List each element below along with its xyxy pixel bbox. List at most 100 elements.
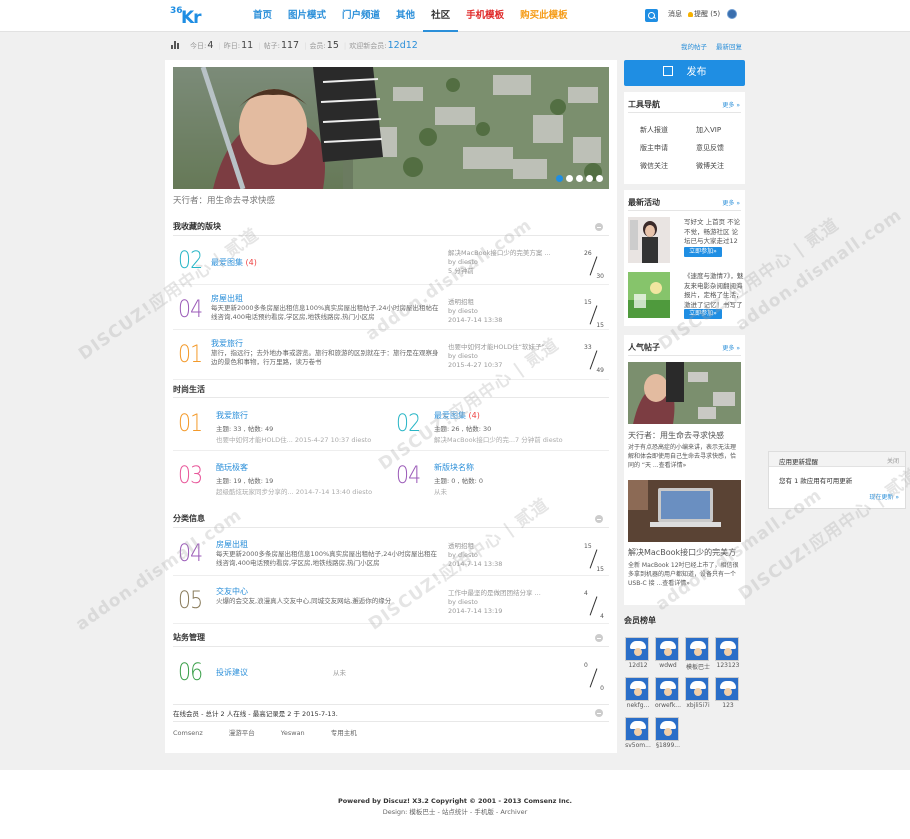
forum-name-link[interactable]: 新版块名称 xyxy=(434,462,474,473)
forum-name-link[interactable]: 投诉建议 xyxy=(216,667,248,678)
hot-post-title[interactable]: 天行者：用生命去寻求快感 xyxy=(628,430,724,441)
friend-link[interactable]: Comsenz xyxy=(173,729,203,737)
member-name[interactable]: sv5om... xyxy=(622,742,654,749)
last-post-link[interactable]: 超级酷炫玩家同步分享的... 2014-7-14 13:40 diesto xyxy=(216,486,372,496)
friend-link[interactable]: 专用主机 xyxy=(331,729,357,737)
slider-dot[interactable] xyxy=(596,175,603,182)
member-avatar[interactable] xyxy=(655,677,679,701)
tool-link[interactable]: 微信关注 xyxy=(640,161,668,171)
slider-dot[interactable] xyxy=(556,175,563,182)
member-avatar[interactable] xyxy=(685,677,709,701)
hot-post-image[interactable] xyxy=(628,362,741,424)
post-count: 0 xyxy=(600,685,604,692)
member-avatar[interactable] xyxy=(655,717,679,741)
member-name[interactable]: 123 xyxy=(712,702,744,709)
member-name[interactable]: wdwd xyxy=(652,662,684,669)
forum-name-link[interactable]: 最爱图集 (4) xyxy=(434,410,480,421)
member-item[interactable]: orwefk... xyxy=(655,677,681,709)
nav-mobile-template[interactable]: 手机模板 xyxy=(458,0,512,32)
member-avatar[interactable] xyxy=(625,637,649,661)
join-button[interactable]: 立即参加» xyxy=(684,247,722,257)
publish-button[interactable]: 发布 xyxy=(624,60,745,86)
friend-link[interactable]: 漫游平台 xyxy=(229,729,255,737)
notice-close-button[interactable]: 关闭 xyxy=(887,456,899,465)
collapse-icon[interactable] xyxy=(595,634,603,642)
my-posts-link[interactable]: 我的帖子 xyxy=(681,43,707,51)
member-name[interactable]: 123123 xyxy=(712,662,744,669)
nav-picture-mode[interactable]: 图片模式 xyxy=(280,0,334,32)
tool-link[interactable]: 加入VIP xyxy=(696,125,721,135)
site-logo[interactable]: 36 Kr xyxy=(170,5,208,28)
member-item[interactable]: nekfg... xyxy=(625,677,651,709)
member-avatar[interactable] xyxy=(715,637,739,661)
collapse-icon[interactable] xyxy=(595,515,603,523)
banner-slider[interactable] xyxy=(173,67,609,189)
footer-links[interactable]: Design: 模板巴士 - 站点统计 - 手机版 - Archiver xyxy=(0,806,910,816)
tool-link[interactable]: 版主申请 xyxy=(640,143,668,153)
nav-buy-template[interactable]: 购买此模板 xyxy=(512,0,576,32)
nav-community[interactable]: 社区 xyxy=(423,0,459,32)
member-item[interactable]: §1899... xyxy=(655,717,681,749)
slider-dot[interactable] xyxy=(566,175,573,182)
member-name[interactable]: orwefk... xyxy=(652,702,684,709)
member-avatar[interactable] xyxy=(715,677,739,701)
tool-link[interactable]: 意见反馈 xyxy=(696,143,724,153)
forum-name-link[interactable]: 我爱旅行 xyxy=(211,338,243,349)
tool-link[interactable]: 微博关注 xyxy=(696,161,724,171)
nav-portal[interactable]: 门户频道 xyxy=(334,0,388,32)
member-item[interactable]: 模板巴士 xyxy=(685,637,711,671)
member-avatar[interactable] xyxy=(625,677,649,701)
latest-replies-link[interactable]: 最新回复 xyxy=(716,43,742,51)
forum-name-link[interactable]: 我爱旅行 xyxy=(216,410,248,421)
forum-name-link[interactable]: 房屋出租 xyxy=(211,293,243,304)
member-item[interactable]: 12d12 xyxy=(625,637,651,669)
slider-dot[interactable] xyxy=(576,175,583,182)
last-post-link[interactable]: 解决MacBook接口少的完...7 分钟前 diesto xyxy=(434,434,563,444)
nav-other[interactable]: 其他 xyxy=(388,0,423,32)
member-item[interactable]: 123123 xyxy=(715,637,741,669)
member-name[interactable]: 模板巴士 xyxy=(682,662,714,671)
member-item[interactable]: xbjli5i7i xyxy=(685,677,711,709)
forum-name-link[interactable]: 最爱图集 (4) xyxy=(211,257,257,268)
activity-image[interactable] xyxy=(628,217,670,263)
last-post-link[interactable]: 从未 xyxy=(434,486,447,496)
member-avatar[interactable] xyxy=(685,637,709,661)
member-name[interactable]: xbjli5i7i xyxy=(682,702,714,709)
collapse-icon[interactable] xyxy=(595,709,603,717)
banner-caption[interactable]: 天行者：用生命去寻求快感 xyxy=(173,194,275,206)
collapse-icon[interactable] xyxy=(595,223,603,231)
activity-text[interactable]: 写好文 上首页 不论不觉，畅游社区 论坛已与大家走过12 xyxy=(684,218,744,247)
friend-link[interactable]: Yeswan xyxy=(281,729,305,737)
search-icon[interactable] xyxy=(645,9,658,22)
hot-post-title[interactable]: 解决MacBook接口少的完美方 xyxy=(628,547,736,558)
forum-name-link[interactable]: 酷玩极客 xyxy=(216,462,248,473)
update-now-link[interactable]: 现在更新 » xyxy=(869,492,899,501)
last-post-link[interactable]: 也要中如何才能HOLD住... 2015-4-27 10:37 diesto xyxy=(216,434,371,444)
join-button[interactable]: 立即参加» xyxy=(684,309,722,319)
nav-home[interactable]: 首页 xyxy=(245,0,280,32)
hot-post-image[interactable] xyxy=(628,480,741,542)
member-item[interactable]: 123 xyxy=(715,677,741,709)
member-avatar[interactable] xyxy=(625,717,649,741)
messages-link[interactable]: 消息 xyxy=(668,9,682,19)
forum-name-link[interactable]: 房屋出租 xyxy=(216,539,248,550)
member-name[interactable]: §1899... xyxy=(652,742,684,749)
section-divider xyxy=(173,704,609,705)
newest-member-link[interactable]: 12d12 xyxy=(388,40,418,51)
top-navbar: 36 Kr 首页 图片模式 门户频道 其他 社区 手机模板 购买此模板 消息 提… xyxy=(0,0,910,32)
tool-link[interactable]: 新人报道 xyxy=(640,125,668,135)
activity-image[interactable] xyxy=(628,272,670,318)
member-avatar[interactable] xyxy=(655,637,679,661)
slider-dot[interactable] xyxy=(586,175,593,182)
member-item[interactable]: wdwd xyxy=(655,637,681,669)
member-name[interactable]: 12d12 xyxy=(622,662,654,669)
user-avatar-icon[interactable] xyxy=(727,9,737,19)
more-link[interactable]: 更多 » xyxy=(722,198,740,207)
member-item[interactable]: sv5om... xyxy=(625,717,651,749)
forum-name-link[interactable]: 交友中心 xyxy=(216,586,248,597)
member-name[interactable]: nekfg... xyxy=(622,702,654,709)
reminders-link[interactable]: 提醒 (5) xyxy=(688,9,720,19)
more-link[interactable]: 更多 » xyxy=(722,343,740,352)
activity-text[interactable]: 《速度与激情7》，魅友来电影杂阅翻阅海报片，定格了生活，激进了记忆！书写了 xyxy=(684,272,744,310)
more-link[interactable]: 更多 » xyxy=(722,100,740,109)
